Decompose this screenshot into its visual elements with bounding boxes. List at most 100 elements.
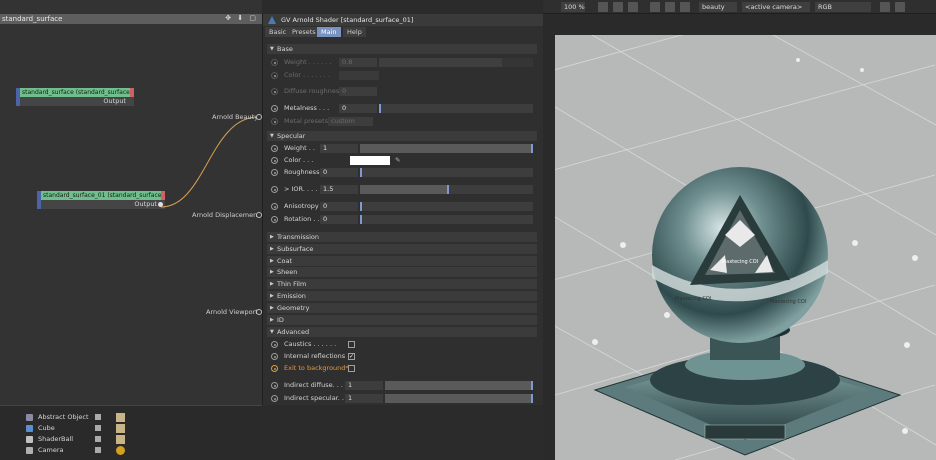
animate-radio[interactable] — [271, 203, 278, 210]
snapshot-icon[interactable] — [650, 2, 660, 12]
row-roughness[interactable]: Roughness 0 — [267, 167, 537, 178]
param-slider[interactable] — [360, 202, 533, 211]
tab-presets[interactable]: Presets — [288, 27, 320, 37]
animate-radio[interactable] — [271, 105, 278, 112]
animate-radio[interactable] — [271, 382, 278, 389]
crop-icon[interactable] — [613, 2, 623, 12]
animate-radio[interactable] — [271, 88, 278, 95]
section-id[interactable]: ▶ ID — [267, 315, 537, 325]
param-slider[interactable] — [360, 215, 533, 224]
node-standard-surface[interactable]: standard_surface (standard_surface) Outp… — [16, 88, 134, 106]
param-value[interactable]: 0 — [339, 104, 377, 113]
material-tag-icon[interactable] — [116, 413, 125, 422]
material-tag-icon[interactable] — [116, 435, 125, 444]
viewport-toolbar[interactable]: 100 % beauty <active camera> RGB — [543, 0, 936, 14]
animate-radio[interactable] — [271, 186, 278, 193]
animate-radio[interactable] — [271, 341, 278, 348]
output-port[interactable] — [158, 202, 163, 207]
metal-presets-select[interactable]: custom — [328, 117, 373, 126]
eyedropper-icon[interactable]: ✎ — [395, 155, 400, 166]
param-value[interactable]: 0 — [320, 202, 358, 211]
animate-radio[interactable] — [271, 59, 278, 66]
animate-radio[interactable] — [271, 353, 278, 360]
color-swatch[interactable] — [350, 156, 390, 165]
row-rotation[interactable]: Rotation . . 0 — [267, 214, 537, 225]
internal-reflections-checkbox[interactable]: ✓ — [348, 353, 355, 360]
grid-icon[interactable] — [628, 2, 638, 12]
row-diffuse-roughness[interactable]: Diffuse roughness 0 — [267, 86, 537, 97]
render-viewport[interactable]: Maxtecing COI Maxtecing COI Maxtecing CO… — [555, 35, 936, 460]
section-thin-film[interactable]: ▶ Thin Film — [267, 279, 537, 289]
param-slider[interactable] — [379, 104, 533, 113]
param-slider[interactable] — [360, 168, 533, 177]
row-ior[interactable]: > IOR. . . . 1.5 — [267, 184, 537, 195]
section-base[interactable]: ▼ Base — [267, 44, 537, 54]
tab-help[interactable]: Help — [343, 27, 366, 37]
camera-tag-icon[interactable] — [116, 446, 125, 455]
param-value[interactable]: 1 — [345, 394, 383, 403]
param-value[interactable]: 0 — [320, 215, 358, 224]
camera-select[interactable]: <active camera> — [742, 2, 810, 12]
animate-radio[interactable] — [271, 216, 278, 223]
animate-radio[interactable] — [271, 72, 278, 79]
param-slider[interactable] — [360, 185, 533, 194]
param-slider[interactable] — [385, 381, 533, 390]
row-specular-weight[interactable]: Weight . . 1 — [267, 143, 537, 154]
visibility-flag-icon[interactable] — [95, 436, 101, 442]
row-metalness[interactable]: Metalness . . . 0 — [267, 103, 537, 114]
object-row[interactable]: Abstract Object — [18, 412, 183, 423]
animate-radio[interactable] — [271, 157, 278, 164]
section-subsurface[interactable]: ▶ Subsurface — [267, 244, 537, 254]
node-titlebar-icons[interactable]: ✥ ⬇ ▢ — [225, 14, 258, 22]
tab-main[interactable]: Main — [317, 27, 341, 37]
row-base-weight[interactable]: Weight . . . . . . 0.8 — [267, 57, 537, 68]
attribute-body[interactable]: ▼ Base Weight . . . . . . 0.8 Color . . … — [267, 44, 537, 404]
row-anisotropy[interactable]: Anisotropy 0 — [267, 201, 537, 212]
settings-icon[interactable] — [880, 2, 890, 12]
tab-basic[interactable]: Basic — [265, 27, 291, 37]
color-space-select[interactable]: RGB — [815, 2, 871, 12]
row-metal-presets[interactable]: Metal presets custom — [267, 116, 537, 127]
row-exit-to-background[interactable]: Exit to background* — [267, 363, 537, 374]
text-icon[interactable] — [680, 2, 690, 12]
section-specular[interactable]: ▼ Specular — [267, 131, 537, 141]
object-row[interactable]: Cube — [18, 423, 183, 434]
row-indirect-diffuse[interactable]: Indirect diffuse. . . 1 — [267, 380, 537, 391]
object-row[interactable]: Camera — [18, 445, 183, 456]
param-slider[interactable] — [379, 58, 533, 67]
param-value[interactable]: 0 — [339, 87, 377, 96]
zoom-field[interactable]: 100 % — [561, 2, 585, 12]
caustics-checkbox[interactable] — [348, 341, 355, 348]
row-indirect-specular[interactable]: Indirect specular. . 1 — [267, 393, 537, 404]
exit-to-background-checkbox[interactable] — [348, 365, 355, 372]
node-titlebar[interactable]: standard_surface ✥ ⬇ ▢ — [0, 14, 262, 24]
aov-select[interactable]: beauty — [699, 2, 737, 12]
attribute-panel[interactable]: GV Arnold Shader [standard_surface_01] B… — [262, 14, 543, 405]
visibility-flag-icon[interactable] — [95, 447, 101, 453]
section-sheen[interactable]: ▶ Sheen — [267, 267, 537, 277]
object-manager[interactable]: Abstract Object Cube ShaderBall Camera — [0, 405, 262, 460]
param-value[interactable]: 1.5 — [320, 185, 358, 194]
section-advanced[interactable]: ▼ Advanced — [267, 327, 537, 337]
section-geometry[interactable]: ▶ Geometry — [267, 303, 537, 313]
param-value[interactable]: 1 — [320, 144, 358, 153]
row-specular-color[interactable]: Color . . . ✎ — [267, 155, 537, 166]
animate-radio[interactable] — [271, 169, 278, 176]
param-value[interactable]: 0.8 — [339, 58, 377, 67]
row-caustics[interactable]: Caustics . . . . . . — [267, 339, 537, 350]
section-emission[interactable]: ▶ Emission — [267, 291, 537, 301]
param-value[interactable]: 1 — [345, 381, 383, 390]
section-transmission[interactable]: ▶ Transmission — [267, 232, 537, 242]
animate-radio[interactable] — [271, 118, 278, 125]
node-editor[interactable]: standard_surface ✥ ⬇ ▢ standard_surface … — [0, 0, 262, 405]
section-coat[interactable]: ▶ Coat — [267, 256, 537, 266]
object-row[interactable]: ShaderBall — [18, 434, 183, 445]
animate-radio[interactable] — [271, 145, 278, 152]
param-value[interactable]: 0 — [320, 168, 358, 177]
visibility-flag-icon[interactable] — [95, 425, 101, 431]
param-slider[interactable] — [360, 144, 533, 153]
region-icon[interactable] — [598, 2, 608, 12]
lock-icon[interactable] — [665, 2, 675, 12]
camera-icon[interactable] — [895, 2, 905, 12]
animate-radio[interactable] — [271, 365, 278, 372]
